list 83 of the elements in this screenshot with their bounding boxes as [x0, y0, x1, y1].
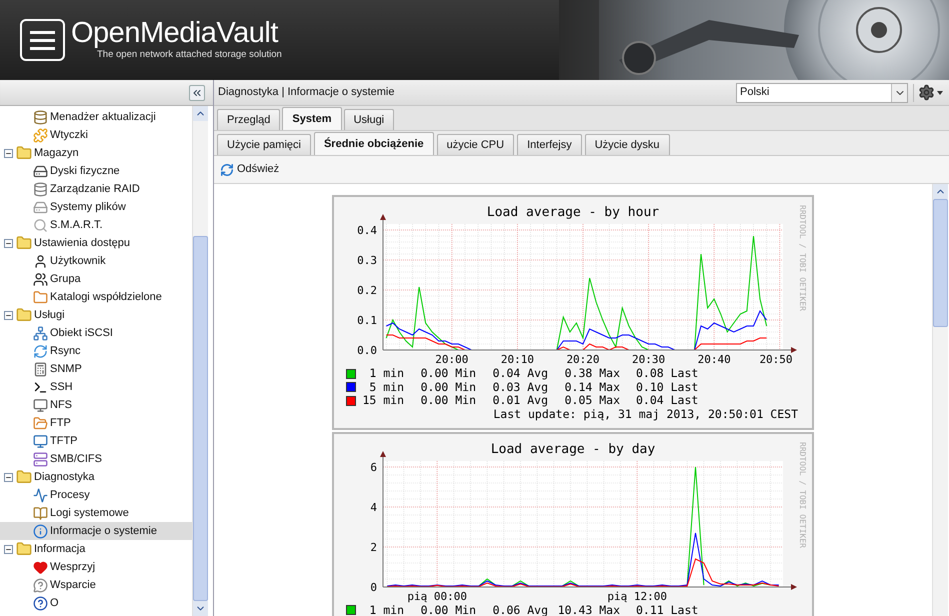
tree-item[interactable]: Menadżer aktualizacji [0, 108, 192, 126]
legend-label: 1 min [368, 604, 404, 616]
legend-avg: 0.03 Avg [492, 382, 548, 393]
y-tick-label: 0.1 [357, 314, 377, 327]
legend-max: 0.38 Max [564, 368, 620, 380]
legend-last: 0.04 Last [636, 395, 698, 406]
app-subtitle: The open network attached storage solution [97, 50, 282, 60]
y-tick-label: 0 [370, 580, 377, 594]
legend-avg: 0.04 Avg [492, 368, 548, 380]
breadcrumb: Diagnostyka | Informacje o systemie [218, 85, 396, 100]
tab[interactable]: użycie CPU [436, 134, 514, 155]
legend-min: 0.00 Min [420, 604, 476, 616]
tree-item[interactable]: Katalogi współdzielone [0, 288, 192, 306]
tab[interactable]: Użycie pamięci [217, 134, 311, 155]
tree-item[interactable]: SSH [0, 378, 192, 396]
tree-item[interactable]: Użytkownik [0, 252, 192, 270]
watermark-label: RRDTOOL / TOBI OETIKER [798, 205, 807, 311]
tab[interactable]: Usługi [344, 109, 394, 130]
tree-item[interactable]: Obiekt iSCSI [0, 324, 192, 342]
legend-min: 0.00 Min [420, 368, 476, 380]
tab[interactable]: Interfejsy [517, 134, 582, 155]
x-tick-label: pią 00:00 [407, 590, 467, 602]
app-title: OpenMediaVault [71, 16, 280, 50]
tree-item[interactable]: SMB/CIFS [0, 450, 192, 468]
watermark-label: RRDTOOL / TOBI OETIKER [798, 442, 807, 548]
tree-item[interactable]: FTP [0, 414, 192, 432]
tree-item[interactable]: NFS [0, 396, 192, 414]
tree-item[interactable]: Zarządzanie RAID [0, 180, 192, 198]
y-tick-label: 0.4 [357, 224, 377, 237]
y-tick-label: 6 [370, 460, 377, 474]
y-tick-label: 0.3 [357, 254, 377, 267]
legend-avg: 0.01 Avg [492, 395, 548, 406]
tree-item[interactable]: S.M.A.R.T. [0, 216, 192, 234]
tab[interactable]: Średnie obciążenie [314, 132, 434, 155]
legend-last: 0.10 Last [636, 382, 698, 393]
language-select[interactable]: Polski [736, 82, 908, 102]
tree-item[interactable]: Rsync [0, 342, 192, 360]
tab[interactable]: Przegląd [217, 109, 280, 130]
legend-last: 0.11 Last [636, 604, 698, 616]
x-tick-label: pią 12:00 [607, 590, 667, 602]
y-tick-label: 4 [370, 500, 377, 514]
legend-max: 0.05 Max [564, 395, 620, 406]
y-tick-label: 0.2 [357, 284, 377, 297]
x-tick-label: 20:50 [759, 353, 793, 366]
tree-item[interactable]: O [0, 594, 192, 612]
tree-item[interactable]: Systemy plików [0, 198, 192, 216]
x-tick-label: 20:20 [566, 353, 600, 366]
tree-item[interactable]: Wesprzyj [0, 558, 192, 576]
legend-min: 0.00 Min [420, 395, 476, 406]
legend-last: 0.08 Last [636, 368, 698, 380]
tree-folder[interactable]: Magazyn [34, 144, 79, 162]
tree-item[interactable]: Logi systemowe [0, 504, 192, 522]
tree-folder[interactable]: Usługi [34, 306, 65, 324]
chart-title: Load average - by day [490, 442, 656, 456]
legend-label: 15 min [361, 395, 404, 406]
x-tick-label: 20:00 [435, 353, 468, 366]
last-update-text: Last update: pią, 31 maj 2013, 20:50:01 CEST [493, 406, 798, 423]
tree-item[interactable]: TFTP [0, 432, 192, 450]
refresh-button[interactable]: Odśwież [220, 161, 280, 178]
tree-item[interactable]: Grupa [0, 270, 192, 288]
tree-item[interactable]: Informacje o systemie [0, 522, 192, 540]
tree-item[interactable]: Dyski fizyczne [0, 162, 192, 180]
tree-item[interactable]: Wtyczki [0, 126, 192, 144]
legend-label: 1 min [368, 368, 404, 380]
y-tick-label: 2 [370, 540, 377, 554]
tab[interactable]: Użycie dysku [584, 134, 670, 155]
y-tick-label: 0.0 [357, 344, 377, 357]
tree-item[interactable]: Procesy [0, 486, 192, 504]
x-tick-label: 20:30 [632, 353, 666, 366]
legend-avg: 0.06 Avg [492, 604, 548, 616]
legend-label: 5 min [368, 382, 404, 393]
tree-item[interactable]: Wsparcie [0, 576, 192, 594]
x-tick-label: 20:10 [500, 353, 534, 366]
legend-max: 0.14 Max [564, 382, 620, 393]
tree-folder[interactable]: Diagnostyka [34, 468, 95, 486]
legend-max: 10.43 Max [556, 604, 620, 616]
chart-title: Load average - by hour [486, 205, 660, 220]
tree-item[interactable]: SNMP [0, 360, 192, 378]
x-tick-label: 20:40 [698, 353, 731, 366]
tab[interactable]: System [282, 107, 342, 130]
tree-folder[interactable]: Informacja [34, 540, 86, 558]
tree-folder[interactable]: Ustawienia dostępu [34, 234, 130, 252]
legend-min: 0.00 Min [420, 382, 476, 393]
